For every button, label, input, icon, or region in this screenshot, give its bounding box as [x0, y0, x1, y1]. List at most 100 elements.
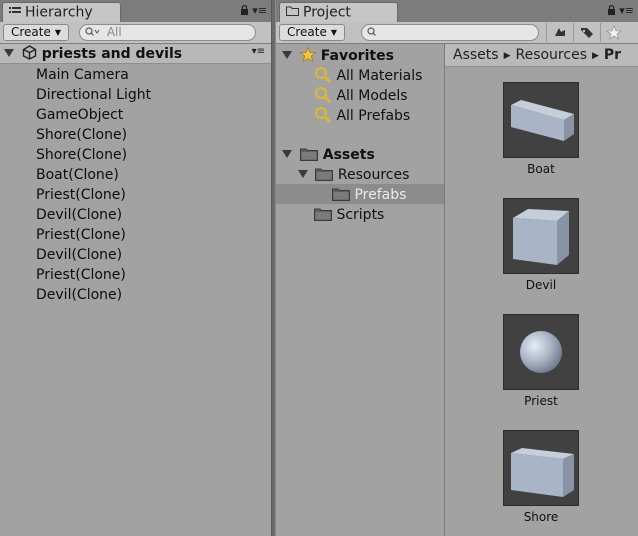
hierarchy-item[interactable]: Priest(Clone) — [36, 265, 126, 285]
dropdown-caret-icon: ▼ — [54, 28, 62, 37]
asset-thumbnail — [503, 198, 579, 274]
tab-project[interactable]: Project — [279, 2, 398, 22]
search-folder-icon — [314, 66, 332, 84]
tab-hierarchy-label: Hierarchy — [25, 4, 93, 21]
search-icon — [367, 25, 379, 39]
hierarchy-item[interactable]: Devil(Clone) — [36, 285, 122, 305]
hierarchy-item[interactable]: Boat(Clone) — [36, 165, 119, 185]
asset-thumbnail — [503, 430, 579, 506]
asset-label: Boat — [527, 162, 555, 176]
hierarchy-item[interactable]: Main Camera — [36, 65, 129, 85]
panel-menu-icon[interactable]: ▾≡ — [252, 4, 267, 17]
hierarchy-tab-controls: ▾≡ — [240, 4, 267, 17]
scene-header[interactable]: priests and devils ▾≡ — [0, 44, 271, 64]
breadcrumb-assets[interactable]: Assets — [453, 47, 499, 63]
hierarchy-item[interactable]: Shore(Clone) — [36, 125, 127, 145]
hierarchy-item[interactable]: Priest(Clone) — [36, 185, 126, 205]
lock-icon[interactable] — [240, 4, 253, 17]
panel-menu-icon[interactable]: ▾≡ — [619, 4, 634, 17]
tree-scripts[interactable]: Scripts — [314, 205, 384, 225]
list-icon — [9, 3, 21, 22]
search-folder-icon — [314, 86, 332, 104]
tab-hierarchy[interactable]: Hierarchy — [2, 2, 121, 22]
save-search-button[interactable] — [600, 23, 627, 42]
tree-item-all-prefabs[interactable]: All Prefabs — [314, 106, 410, 126]
prefabs-label: Prefabs — [354, 187, 407, 203]
expand-triangle-icon[interactable] — [282, 150, 292, 158]
breadcrumb-resources[interactable]: Resources — [515, 47, 587, 63]
project-search-input[interactable] — [361, 24, 539, 41]
tree-resources[interactable]: Resources — [298, 165, 409, 185]
tree-item-label: All Models — [336, 88, 408, 104]
favorites-label: Favorites — [320, 48, 394, 64]
search-by-label-button[interactable] — [573, 23, 600, 42]
hierarchy-item[interactable]: GameObject — [36, 105, 123, 125]
tag-icon — [581, 28, 593, 38]
asset-label: Shore — [523, 510, 559, 524]
asset-tile-priest[interactable]: Priest — [503, 314, 579, 408]
scene-menu-icon[interactable]: ▾≡ — [252, 46, 265, 57]
expand-triangle-icon[interactable] — [282, 51, 292, 59]
create-label: Create — [11, 25, 51, 39]
create-label: Create — [287, 25, 327, 39]
unity-scene-icon — [22, 45, 42, 62]
tab-project-label: Project — [303, 4, 351, 21]
hierarchy-tab-bar: Hierarchy ▾≡ — [0, 0, 271, 23]
breadcrumb: Assets ▶ Resources ▶ Pr — [445, 44, 638, 67]
search-by-type-button[interactable] — [546, 23, 573, 42]
project-tab-controls: ▾≡ — [607, 4, 634, 17]
asset-tile-shore[interactable]: Shore — [503, 430, 579, 524]
tree-item-all-models[interactable]: All Models — [314, 86, 408, 106]
dropdown-caret-icon: ▼ — [330, 28, 338, 37]
folder-icon — [314, 207, 332, 223]
tree-item-all-materials[interactable]: All Materials — [314, 66, 422, 86]
scene-name: priests and devils — [41, 46, 183, 62]
tree-item-label: All Prefabs — [336, 108, 411, 124]
scripts-label: Scripts — [336, 207, 385, 223]
hierarchy-search-input[interactable]: All — [79, 24, 256, 41]
tree-item-label: All Materials — [336, 68, 423, 84]
tree-favorites[interactable]: Favorites — [282, 46, 394, 66]
search-icon — [85, 25, 107, 39]
hierarchy-item[interactable]: Priest(Clone) — [36, 225, 126, 245]
breadcrumb-prefabs[interactable]: Pr — [604, 47, 621, 63]
expand-triangle-icon[interactable] — [298, 170, 308, 178]
folder-icon — [299, 147, 318, 163]
hierarchy-item[interactable]: Devil(Clone) — [36, 205, 122, 225]
project-panel: Project ▾≡ Create ▼ Favorites All Materi… — [276, 0, 638, 536]
assets-label: Assets — [322, 147, 375, 163]
hierarchy-item[interactable]: Devil(Clone) — [36, 245, 122, 265]
asset-thumbnail — [503, 82, 579, 158]
project-tab-bar: Project ▾≡ — [276, 0, 638, 23]
asset-tile-devil[interactable]: Devil — [503, 198, 579, 292]
folder-icon — [315, 167, 334, 183]
search-placeholder: All — [106, 25, 122, 39]
hierarchy-item[interactable]: Shore(Clone) — [36, 145, 127, 165]
asset-thumbnail — [503, 314, 579, 390]
folder-icon — [286, 3, 299, 22]
project-toolbar: Create ▼ — [276, 22, 638, 44]
search-folder-icon — [314, 106, 332, 124]
asset-tile-boat[interactable]: Boat — [503, 82, 579, 176]
asset-label: Priest — [524, 394, 558, 408]
hierarchy-toolbar: Create ▼ All — [0, 22, 271, 44]
tree-prefabs[interactable]: Prefabs — [332, 185, 406, 205]
sphere-icon — [520, 331, 562, 373]
box-flat-icon — [511, 100, 574, 141]
lock-icon[interactable] — [607, 4, 620, 17]
tree-assets[interactable]: Assets — [282, 145, 375, 165]
breadcrumb-arrow-icon: ▶ — [591, 51, 599, 61]
hierarchy-panel: Hierarchy ▾≡ Create ▼ All priests and dev… — [0, 0, 271, 536]
folder-icon — [332, 187, 350, 203]
box-flat-icon — [511, 448, 574, 497]
breadcrumb-arrow-icon: ▶ — [503, 51, 511, 61]
favorites-star-icon — [299, 46, 321, 64]
resources-label: Resources — [337, 167, 410, 183]
project-create-button[interactable]: Create ▼ — [279, 24, 346, 41]
star-icon — [606, 25, 622, 40]
expand-triangle-icon[interactable] — [4, 49, 14, 57]
hierarchy-create-button[interactable]: Create ▼ — [3, 24, 70, 41]
hierarchy-item[interactable]: Directional Light — [36, 85, 151, 105]
asset-label: Devil — [525, 278, 557, 292]
project-column-divider[interactable] — [444, 44, 445, 536]
